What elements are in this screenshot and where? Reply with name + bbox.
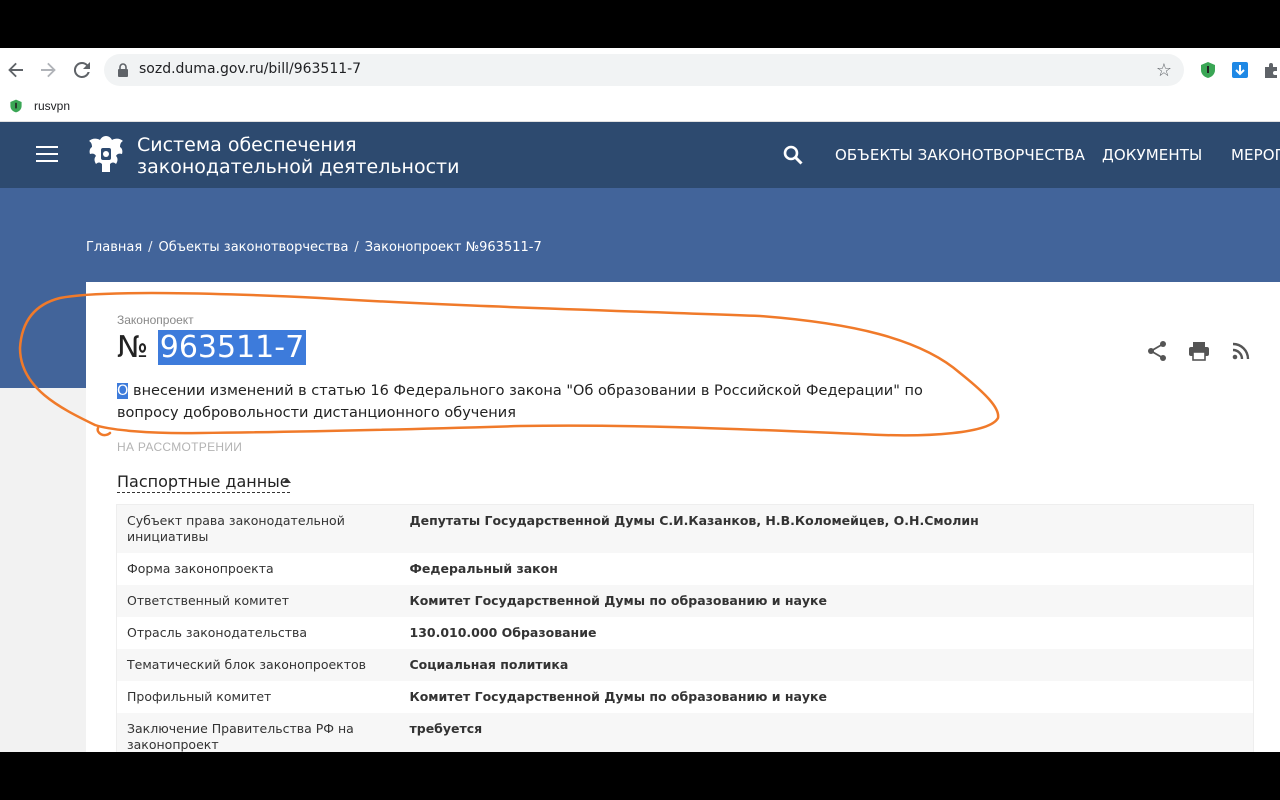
bill-type-label: Законопроект bbox=[117, 313, 194, 327]
nav-events[interactable]: МЕРОП bbox=[1231, 146, 1280, 164]
passport-row: Тематический блок законопроектов Социальн… bbox=[116, 649, 1254, 681]
passport-value: Федеральный закон bbox=[409, 561, 558, 576]
bill-number: № 963511-7 bbox=[117, 330, 307, 365]
bill-title: О внесении изменений в статью 16 Федерал… bbox=[117, 383, 923, 421]
passport-toggle[interactable]: Паспортные данные bbox=[117, 472, 290, 493]
bookmark-rusvpn[interactable]: rusvpn bbox=[8, 98, 70, 114]
print-icon[interactable] bbox=[1188, 340, 1210, 362]
browser-toolbar: sozd.duma.gov.ru/bill/963511-7 ☆ bbox=[0, 48, 1280, 92]
breadcrumb-current: Законопроект №963511-7 bbox=[364, 240, 542, 255]
passport-key: Тематический блок законопроектов bbox=[127, 657, 367, 672]
vpn-shield-icon bbox=[10, 99, 22, 113]
breadcrumb-home[interactable]: Главная bbox=[86, 240, 142, 255]
reload-icon[interactable] bbox=[70, 58, 94, 82]
passport-value: Комитет Государственной Думы по образова… bbox=[409, 593, 828, 608]
passport-value: Депутаты Государственной Думы С.И.Казанк… bbox=[409, 513, 979, 528]
extensions-puzzle-icon[interactable] bbox=[1262, 60, 1280, 80]
screen: sozd.duma.gov.ru/bill/963511-7 ☆ rusvpn … bbox=[0, 0, 1280, 800]
bookmark-star-icon[interactable]: ☆ bbox=[1154, 60, 1174, 80]
bookmark-label: rusvpn bbox=[34, 99, 71, 113]
passport-table: Субъект права законодательной инициативы… bbox=[116, 504, 1254, 752]
passport-value: Комитет Государственной Думы по образова… bbox=[409, 689, 828, 704]
passport-key: Профильный комитет bbox=[127, 689, 272, 704]
coat-of-arms-icon[interactable] bbox=[84, 130, 128, 178]
url-text: sozd.duma.gov.ru/bill/963511-7 bbox=[139, 61, 362, 77]
menu-icon[interactable] bbox=[36, 146, 58, 164]
download-icon[interactable] bbox=[1230, 60, 1250, 80]
passport-value: требуется bbox=[409, 721, 483, 736]
breadcrumb: Главная / Объекты законотворчества / Зак… bbox=[86, 240, 542, 255]
passport-value: 130.010.000 Образование bbox=[409, 625, 597, 640]
passport-key: Заключение Правительства РФ на законопро… bbox=[127, 721, 354, 752]
rss-icon[interactable] bbox=[1230, 340, 1252, 362]
back-icon[interactable] bbox=[4, 58, 28, 82]
passport-key: Форма законопроекта bbox=[127, 561, 274, 576]
share-icon[interactable] bbox=[1146, 340, 1168, 362]
passport-value: Социальная политика bbox=[409, 657, 569, 672]
address-bar[interactable]: sozd.duma.gov.ru/bill/963511-7 ☆ bbox=[104, 54, 1184, 86]
passport-row: Ответственный комитет Комитет Государстве… bbox=[116, 585, 1254, 617]
breadcrumb-objects[interactable]: Объекты законотворчества bbox=[159, 240, 349, 255]
bookmarks-bar: rusvpn bbox=[0, 92, 1280, 122]
passport-key: Отрасль законодательства bbox=[127, 625, 308, 640]
selected-bill-number: 963511-7 bbox=[157, 330, 307, 365]
search-icon[interactable] bbox=[782, 144, 804, 166]
nav-documents[interactable]: ДОКУМЕНТЫ bbox=[1102, 146, 1202, 164]
caret-up-icon[interactable] bbox=[283, 478, 291, 483]
browser-viewport: sozd.duma.gov.ru/bill/963511-7 ☆ rusvpn … bbox=[0, 48, 1280, 752]
passport-row: Заключение Правительства РФ на законопро… bbox=[116, 713, 1254, 752]
site-header: Система обеспечения законодательной деят… bbox=[0, 122, 1280, 188]
nav-objects[interactable]: ОБЪЕКТЫ ЗАКОНОТВОРЧЕСТВА bbox=[835, 146, 1085, 164]
passport-key: Ответственный комитет bbox=[127, 593, 289, 608]
passport-row: Форма законопроекта Федеральный закон bbox=[117, 553, 1254, 585]
bill-card: Законопроект № 963511-7 О внесении измен… bbox=[86, 282, 1280, 752]
site-title[interactable]: Система обеспечения законодательной деят… bbox=[137, 134, 459, 178]
forward-icon[interactable] bbox=[36, 58, 60, 82]
bill-status: НА РАССМОТРЕНИИ bbox=[117, 440, 243, 454]
vpn-shield-icon[interactable] bbox=[1198, 60, 1218, 80]
lock-icon bbox=[118, 63, 128, 77]
passport-row: Профильный комитет Комитет Государственно… bbox=[117, 681, 1254, 713]
passport-row: Отрасль законодательства 130.010.000 Обра… bbox=[117, 617, 1254, 649]
passport-row: Субъект права законодательной инициативы… bbox=[116, 504, 1254, 553]
passport-key: Субъект права законодательной инициативы bbox=[127, 513, 345, 544]
